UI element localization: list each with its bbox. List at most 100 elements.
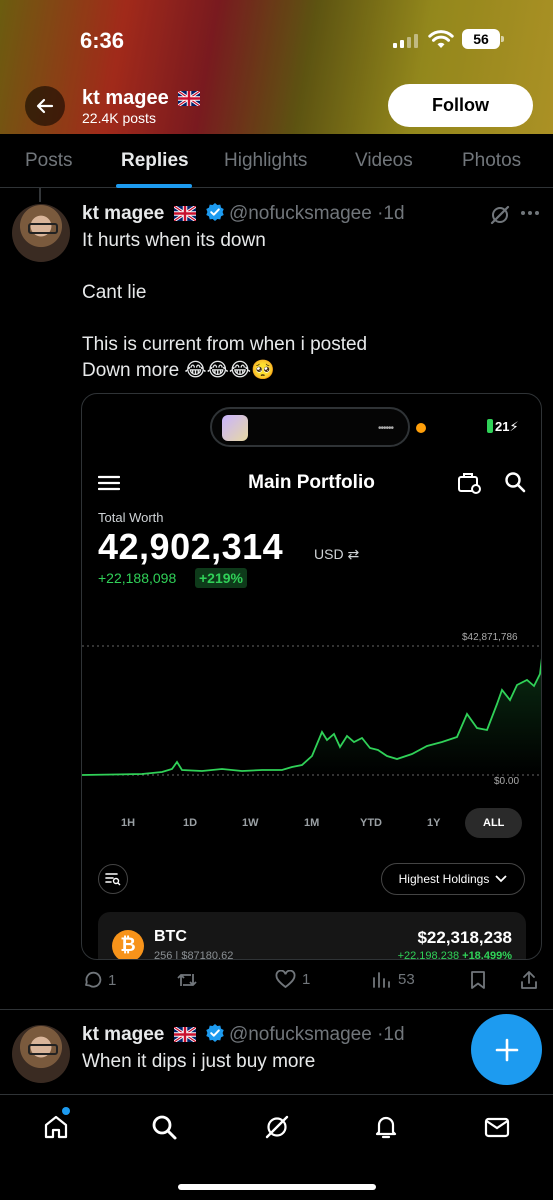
tweet-author-name[interactable]: kt magee — [82, 1024, 164, 1045]
asset-change-percent: +18.499% — [462, 950, 512, 960]
verified-icon — [206, 1024, 224, 1042]
recording-indicator — [416, 423, 426, 433]
more-icon[interactable] — [521, 211, 539, 215]
reply-icon — [85, 971, 102, 988]
tweet-text: When it dips i just buy more — [82, 1051, 316, 1072]
tweet-actions: 1 1 53 — [82, 970, 542, 996]
filter-icon — [98, 864, 128, 894]
search-icon — [152, 1115, 177, 1140]
app-icon — [222, 415, 248, 441]
tweet-time[interactable]: 1d — [383, 1024, 404, 1045]
range-1w: 1W — [242, 817, 259, 829]
asset-amount: 256 | $87180.62 — [154, 950, 234, 960]
profile-posts-count: 22.4K posts — [82, 110, 156, 126]
asset-row-btc: ₿ BTC 256 | $87180.62 $22,318,238 +22,19… — [98, 912, 526, 960]
like-button[interactable]: 1 — [275, 970, 310, 989]
tweet-divider — [0, 1009, 553, 1010]
like-icon — [275, 970, 296, 989]
range-ytd: YTD — [360, 817, 382, 829]
grok-nav-icon — [265, 1115, 289, 1139]
range-1h: 1H — [121, 817, 136, 829]
island-dots: •••••• — [378, 423, 394, 434]
nav-grok[interactable] — [263, 1113, 291, 1146]
tab-photos[interactable]: Photos — [462, 150, 521, 172]
cell-signal-icon — [393, 32, 418, 48]
grok-icon[interactable] — [489, 204, 511, 226]
compose-button[interactable] — [471, 1014, 542, 1085]
tweet-header: kt magee @nofucksmagee ·1d — [82, 1023, 405, 1046]
verified-icon — [206, 203, 224, 221]
share-button[interactable] — [519, 970, 539, 990]
tweet-text: It hurts when its down Cant lie This is … — [82, 230, 368, 381]
range-1y: 1Y — [427, 817, 441, 829]
profile-name: kt magee — [82, 87, 201, 110]
flag-uk-icon — [173, 1027, 196, 1042]
total-change: +22,188,098 — [98, 570, 177, 586]
repost-icon — [177, 974, 197, 986]
asset-change: +22,198,238 +18.499% — [397, 950, 512, 960]
tweet-image[interactable]: •••••• 21⚡ Main Portfolio Total Worth 42… — [81, 393, 542, 960]
follow-button[interactable]: Follow — [388, 84, 533, 127]
chevron-down-icon — [495, 875, 507, 883]
sort-holdings-button: Highest Holdings — [381, 863, 525, 895]
chart-min-label: $0.00 — [494, 776, 520, 787]
status-time: 6:36 — [80, 28, 125, 53]
avatar[interactable] — [12, 204, 70, 262]
range-all: ALL — [465, 808, 523, 838]
total-worth-label: Total Worth — [98, 510, 164, 525]
tab-posts[interactable]: Posts — [25, 150, 73, 172]
nav-home[interactable] — [42, 1113, 70, 1146]
swap-icon: ⇄ — [347, 546, 360, 562]
asset-change-amount: +22,198,238 — [397, 950, 460, 960]
home-icon — [44, 1115, 68, 1139]
bookmark-button[interactable] — [469, 970, 487, 990]
range-1m: 1M — [304, 817, 320, 829]
share-icon — [521, 971, 537, 989]
nav-notifications[interactable] — [372, 1113, 400, 1146]
tweet-author-name[interactable]: kt magee — [82, 203, 164, 224]
range-1d: 1D — [183, 817, 198, 829]
thread-line — [39, 188, 41, 202]
bitcoin-icon: ₿ — [112, 930, 144, 959]
profile-name-text: kt magee — [82, 87, 169, 109]
flag-uk-icon — [178, 91, 201, 106]
reply-count: 1 — [108, 971, 117, 989]
bookmark-icon — [471, 971, 485, 989]
repost-button[interactable] — [176, 970, 198, 990]
profile-header: kt magee 22.4K posts Follow — [0, 84, 553, 128]
nav-search[interactable] — [150, 1113, 178, 1146]
tab-highlights[interactable]: Highlights — [224, 150, 307, 172]
sort-holdings-label: Highest Holdings — [398, 872, 490, 886]
portfolio-chart — [82, 645, 541, 776]
portfolio-settings-icon — [458, 473, 481, 494]
tweet-header: kt magee @nofucksmagee ·1d — [82, 202, 405, 225]
tab-replies[interactable]: Replies — [121, 150, 189, 172]
mail-icon — [484, 1117, 510, 1138]
compose-icon — [495, 1038, 518, 1061]
tweet-time[interactable]: 1d — [383, 203, 404, 224]
bell-icon — [375, 1116, 397, 1139]
back-arrow-icon — [36, 98, 54, 114]
notification-dot — [62, 1107, 70, 1115]
views-count: 53 — [398, 970, 415, 988]
reply-button[interactable]: 1 — [82, 970, 116, 990]
nav-messages[interactable] — [483, 1113, 511, 1146]
asset-value: $22,318,238 — [417, 928, 512, 947]
currency-text: USD — [314, 546, 344, 562]
back-button[interactable] — [25, 86, 65, 126]
phone-battery-level: 21 — [495, 419, 510, 434]
dynamic-island: •••••• — [210, 407, 410, 447]
profile-tabs: Posts Replies Highlights Videos Photos — [0, 134, 553, 188]
status-bar: 6:36 56 — [0, 26, 553, 56]
tweet-handle[interactable]: @nofucksmagee — [229, 203, 372, 224]
home-indicator — [178, 1184, 376, 1190]
battery-indicator: 56 — [462, 29, 504, 49]
views-button[interactable]: 53 — [372, 970, 415, 988]
tab-videos[interactable]: Videos — [355, 150, 413, 172]
tweet-handle[interactable]: @nofucksmagee — [229, 1024, 372, 1045]
avatar[interactable] — [12, 1025, 70, 1083]
total-change-percent: +219% — [195, 568, 247, 588]
phone-battery: 21⚡ — [487, 419, 519, 435]
asset-symbol: BTC — [154, 928, 187, 945]
like-count: 1 — [302, 971, 311, 988]
